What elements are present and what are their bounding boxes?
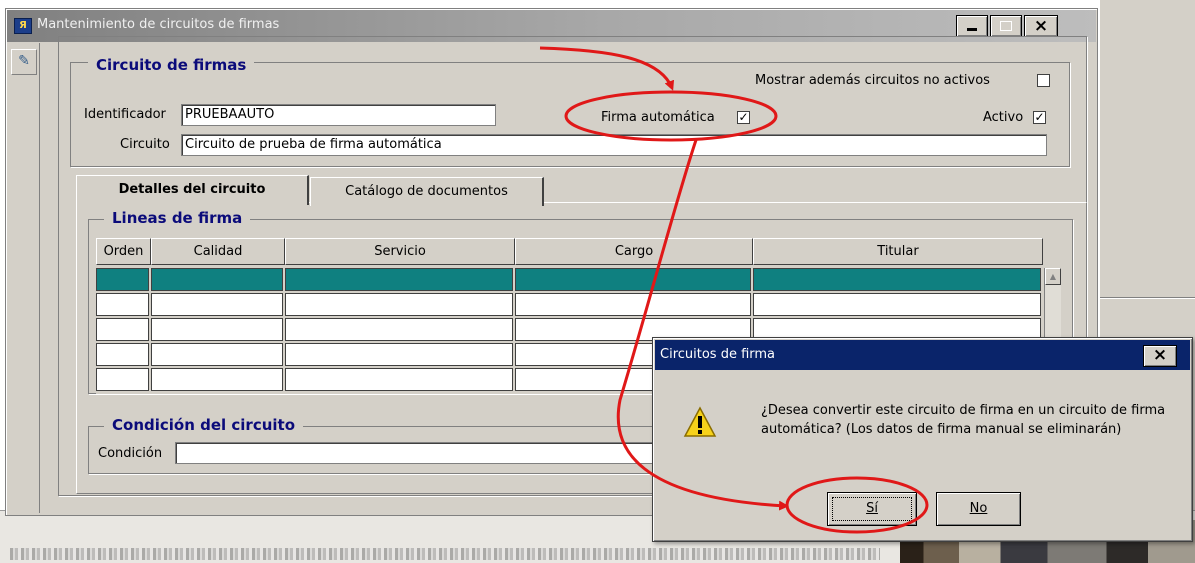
left-toolbar: ✎: [7, 43, 40, 513]
dialog-titlebar[interactable]: Circuitos de firma ×: [655, 340, 1190, 370]
grid-cell[interactable]: [285, 343, 513, 366]
column-header-orden[interactable]: Orden: [96, 238, 151, 265]
minimize-button[interactable]: [956, 15, 988, 37]
scroll-up-icon[interactable]: ▲: [1045, 268, 1061, 285]
grid-cell[interactable]: [515, 293, 751, 316]
grid-cell[interactable]: [285, 268, 513, 291]
grid-cell[interactable]: [151, 343, 283, 366]
circuit-group-title: Circuito de firmas: [88, 56, 255, 74]
lineas-group-title: Lineas de firma: [104, 209, 251, 227]
yes-button[interactable]: Sí: [827, 492, 917, 526]
column-header-cargo[interactable]: Cargo: [515, 238, 753, 265]
tab-detalles-del-circuito[interactable]: Detalles del circuito: [76, 175, 309, 205]
grid-cell[interactable]: [151, 368, 283, 391]
grid-cell[interactable]: [753, 293, 1041, 316]
confirm-dialog: Circuitos de firma × ¿Desea convertir es…: [652, 337, 1193, 542]
grid-cell[interactable]: [285, 368, 513, 391]
grid-cell[interactable]: [96, 293, 149, 316]
app-icon: Я: [14, 18, 32, 34]
activo-checkbox[interactable]: ✓: [1033, 111, 1046, 124]
background-text-noise: [10, 548, 880, 560]
column-header-titular[interactable]: Titular: [753, 238, 1043, 265]
firma-automatica-checkbox[interactable]: ✓: [737, 111, 750, 124]
column-header-calidad[interactable]: Calidad: [151, 238, 285, 265]
maximize-icon: [1000, 21, 1012, 31]
grid-cell[interactable]: [285, 318, 513, 341]
condition-group-title: Condición del circuito: [104, 416, 304, 434]
yes-button-label: Sí: [866, 501, 878, 516]
show-inactive-checkbox[interactable]: [1037, 74, 1050, 87]
no-button-label: No: [969, 501, 988, 516]
maximize-button[interactable]: [990, 15, 1022, 37]
condicion-field[interactable]: [175, 442, 705, 464]
dialog-title: Circuitos de firma: [660, 347, 776, 362]
background-divider: [1100, 297, 1195, 299]
grid-cell[interactable]: [151, 318, 283, 341]
circuito-label: Circuito: [120, 137, 170, 152]
window-title: Mantenimiento de circuitos de firmas: [37, 17, 280, 32]
activo-label: Activo: [983, 110, 1024, 125]
close-button[interactable]: ×: [1024, 15, 1058, 37]
dialog-close-icon[interactable]: ×: [1143, 345, 1177, 367]
condicion-label: Condición: [98, 446, 163, 461]
identificador-field[interactable]: PRUEBAAUTO: [181, 104, 496, 126]
grid-cell[interactable]: [96, 268, 149, 291]
no-button[interactable]: No: [936, 492, 1021, 526]
close-icon: ×: [1033, 16, 1049, 36]
identificador-label: Identificador: [84, 107, 166, 122]
grid-cell[interactable]: [151, 268, 283, 291]
toolbar-icon[interactable]: ✎: [11, 49, 37, 75]
grid-cell[interactable]: [96, 318, 149, 341]
show-inactive-label: Mostrar además circuitos no activos: [755, 73, 990, 88]
firma-automatica-label: Firma automática: [601, 110, 715, 125]
grid-cell[interactable]: [151, 293, 283, 316]
column-header-servicio[interactable]: Servicio: [285, 238, 515, 265]
circuito-field[interactable]: Circuito de prueba de firma automática: [181, 134, 1047, 156]
grid-cell[interactable]: [96, 343, 149, 366]
grid-cell[interactable]: [96, 368, 149, 391]
grid-cell[interactable]: [285, 293, 513, 316]
warning-icon: [683, 406, 717, 437]
tab-catalogo-de-documentos[interactable]: Catálogo de documentos: [310, 177, 544, 206]
minimize-icon: [967, 28, 977, 31]
dialog-message: ¿Desea convertir este circuito de firma …: [761, 403, 1166, 437]
grid-cell[interactable]: [753, 268, 1041, 291]
grid-cell[interactable]: [515, 268, 751, 291]
